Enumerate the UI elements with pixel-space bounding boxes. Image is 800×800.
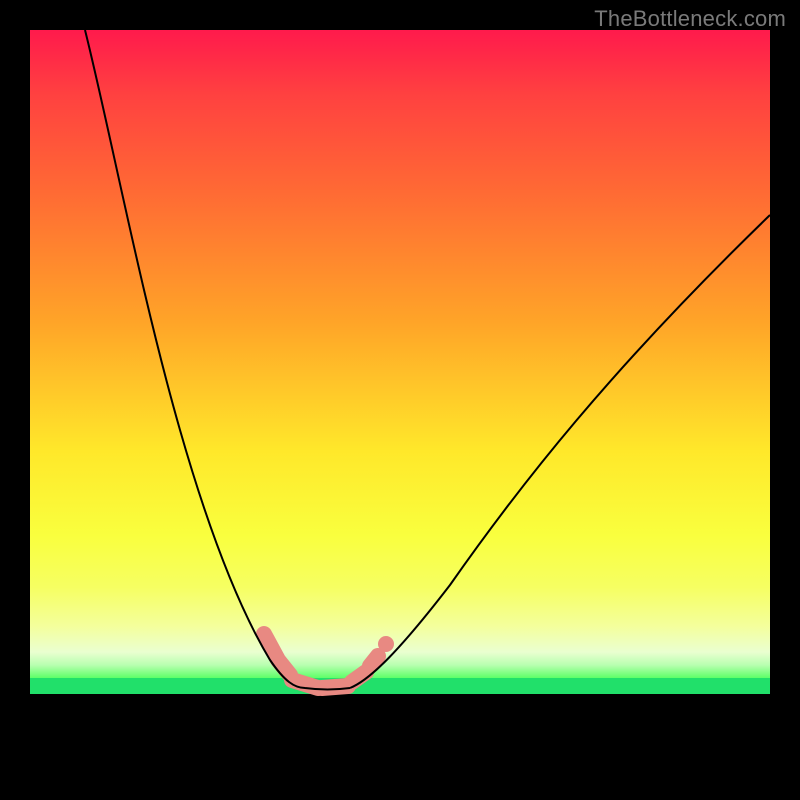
chart-frame: TheBottleneck.com (0, 0, 800, 800)
curve-right-arm (350, 215, 770, 688)
pink-dot-1 (378, 636, 394, 652)
pink-seg-6 (370, 656, 378, 666)
curve-left-arm (85, 30, 305, 688)
plot-area (30, 30, 770, 770)
watermark-text: TheBottleneck.com (594, 6, 786, 32)
curve-overlay (30, 30, 770, 770)
